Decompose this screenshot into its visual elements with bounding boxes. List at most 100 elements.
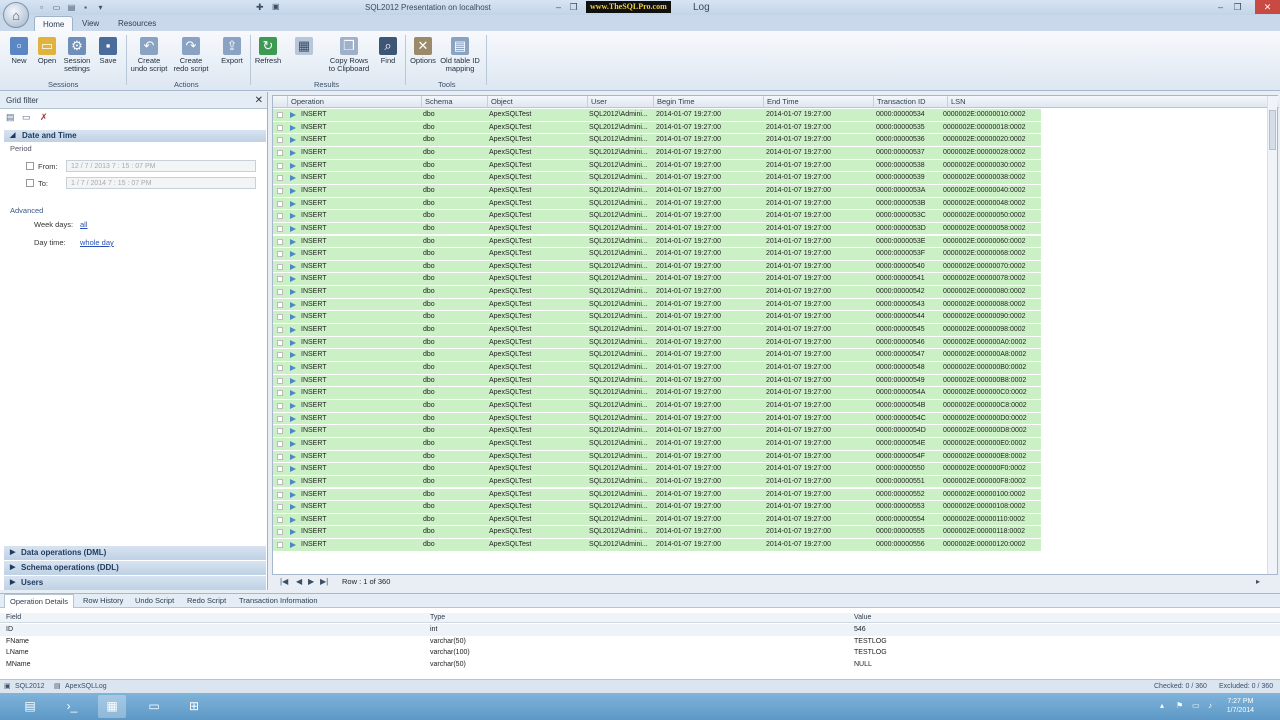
table-row[interactable]: INSERT dbo ApexSQLTest SQL2012\Admini... 201… <box>273 324 1041 337</box>
table-row[interactable]: INSERT dbo ApexSQLTest SQL2012\Admini... 201… <box>273 286 1041 299</box>
row-expand-icon[interactable] <box>290 339 296 346</box>
to-date-input[interactable]: 1 / 7 / 2014 7 : 15 : 07 PM <box>66 177 256 189</box>
grid-view-buttons[interactable]: ▦ <box>288 35 320 81</box>
row-checkbox[interactable] <box>277 175 283 182</box>
ddl-section[interactable]: ▶ Schema operations (DDL) <box>4 561 266 575</box>
detail-row[interactable]: MName varchar(50) NULL <box>0 659 1280 671</box>
row-expand-icon[interactable] <box>290 516 296 523</box>
row-expand-icon[interactable] <box>290 301 296 308</box>
column-begin-time[interactable]: Begin Time <box>653 96 763 108</box>
refresh-button[interactable]: ↻ Refresh <box>253 35 283 81</box>
restore-button[interactable]: ❐ <box>1230 1 1245 13</box>
export-button[interactable]: ⇪ Export <box>216 35 248 81</box>
row-checkbox[interactable] <box>277 339 283 346</box>
tab-operation-details[interactable]: Operation Details <box>4 594 74 608</box>
row-expand-icon[interactable] <box>290 225 296 232</box>
row-checkbox[interactable] <box>277 377 283 384</box>
table-row[interactable]: INSERT dbo ApexSQLTest SQL2012\Admini... 201… <box>273 374 1041 388</box>
dml-section[interactable]: ▶ Data operations (DML) <box>4 546 266 560</box>
server-manager-icon[interactable]: ▤ <box>16 695 44 718</box>
app-menu-button[interactable]: ⌂ <box>3 2 29 28</box>
row-expand-icon[interactable] <box>290 276 296 283</box>
row-checkbox[interactable] <box>277 314 283 321</box>
table-row[interactable]: INSERT dbo ApexSQLTest SQL2012\Admini... 201… <box>273 488 1041 502</box>
row-checkbox[interactable] <box>277 149 283 156</box>
row-expand-icon[interactable] <box>290 200 296 207</box>
row-checkbox[interactable] <box>277 251 283 258</box>
create-redo-script-button[interactable]: ↷ Create redo script <box>172 35 210 81</box>
filter-apply-icon[interactable]: ▤ <box>6 113 15 122</box>
pin-icon[interactable]: ✚ <box>256 2 264 13</box>
table-row[interactable]: INSERT dbo ApexSQLTest SQL2012\Admini... 201… <box>273 159 1041 173</box>
table-row[interactable]: INSERT dbo ApexSQLTest SQL2012\Admini... 201… <box>273 437 1041 451</box>
clock[interactable]: 7:27 PM 1/7/2014 <box>1227 697 1254 715</box>
row-checkbox[interactable] <box>277 137 283 144</box>
row-expand-icon[interactable] <box>290 453 296 460</box>
row-checkbox[interactable] <box>277 453 283 460</box>
row-expand-icon[interactable] <box>290 251 296 258</box>
table-row[interactable]: INSERT dbo ApexSQLTest SQL2012\Admini... 201… <box>273 526 1041 540</box>
minimize-button[interactable]: – <box>1213 1 1228 13</box>
old-table-id-mapping-button[interactable]: ▤ Old table ID mapping <box>438 35 482 81</box>
row-expand-icon[interactable] <box>290 542 296 549</box>
table-row[interactable]: INSERT dbo ApexSQLTest SQL2012\Admini... 201… <box>273 109 1041 122</box>
column-schema[interactable]: Schema <box>421 96 487 108</box>
row-checkbox[interactable] <box>277 187 283 194</box>
row-checkbox[interactable] <box>277 542 283 549</box>
session-settings-button[interactable]: ⚙ Session settings <box>60 35 94 81</box>
row-expand-icon[interactable] <box>290 124 296 131</box>
table-row[interactable]: INSERT dbo ApexSQLTest SQL2012\Admini... 201… <box>273 412 1041 426</box>
row-checkbox[interactable] <box>277 402 283 409</box>
table-row[interactable]: INSERT dbo ApexSQLTest SQL2012\Admini... 201… <box>273 146 1041 160</box>
week-days-link[interactable]: all <box>80 220 88 229</box>
users-section[interactable]: ▶ Users <box>4 576 266 590</box>
new-button[interactable]: ▫ New <box>6 35 32 81</box>
column-end-time[interactable]: End Time <box>763 96 873 108</box>
table-row[interactable]: INSERT dbo ApexSQLTest SQL2012\Admini... 201… <box>273 260 1041 274</box>
table-row[interactable]: INSERT dbo ApexSQLTest SQL2012\Admini... 201… <box>273 349 1041 362</box>
tray-flag-icon[interactable]: ⚑ <box>1176 702 1184 710</box>
column-lsn[interactable]: LSN <box>947 96 1041 108</box>
table-row[interactable]: INSERT dbo ApexSQLTest SQL2012\Admini... 201… <box>273 501 1041 514</box>
row-expand-icon[interactable] <box>290 187 296 194</box>
row-checkbox[interactable] <box>277 390 283 397</box>
tab-transaction-information[interactable]: Transaction Information <box>234 594 323 608</box>
table-row[interactable]: INSERT dbo ApexSQLTest SQL2012\Admini... 201… <box>273 539 1041 552</box>
save-qat-icon[interactable]: ▪ <box>81 3 90 12</box>
row-checkbox[interactable] <box>277 225 283 232</box>
table-row[interactable]: INSERT dbo ApexSQLTest SQL2012\Admini... 201… <box>273 184 1041 198</box>
row-checkbox[interactable] <box>277 478 283 485</box>
row-checkbox[interactable] <box>277 263 283 270</box>
new-qat-icon[interactable]: ▫ <box>37 3 46 12</box>
dropdown-qat-icon[interactable]: ▾ <box>96 3 105 12</box>
row-checkbox[interactable] <box>277 200 283 207</box>
row-expand-icon[interactable] <box>290 365 296 371</box>
row-checkbox[interactable] <box>277 289 283 296</box>
row-expand-icon[interactable] <box>290 112 296 118</box>
child-restore-button[interactable]: ❐ <box>566 1 581 13</box>
row-checkbox[interactable] <box>277 276 283 283</box>
row-checkbox[interactable] <box>277 213 283 220</box>
detail-row[interactable]: LName varchar(100) TESTLOG <box>0 647 1280 659</box>
table-row[interactable]: INSERT dbo ApexSQLTest SQL2012\Admini... 201… <box>273 387 1041 400</box>
row-checkbox[interactable] <box>277 504 283 511</box>
row-expand-icon[interactable] <box>290 402 296 409</box>
row-checkbox[interactable] <box>277 529 283 536</box>
tray-monitor-icon[interactable]: ▭ <box>1192 702 1200 710</box>
file-explorer-icon[interactable]: ▭ <box>140 695 168 718</box>
open-qat-icon[interactable]: ▭ <box>52 3 61 12</box>
column-user[interactable]: User <box>587 96 653 108</box>
row-expand-icon[interactable] <box>290 504 296 511</box>
column-transaction-id[interactable]: Transaction ID <box>873 96 947 108</box>
last-page-icon[interactable]: ▶| <box>320 578 328 586</box>
tab-home[interactable]: Home <box>34 16 74 31</box>
table-row[interactable]: INSERT dbo ApexSQLTest SQL2012\Admini... 201… <box>273 399 1041 413</box>
row-checkbox[interactable] <box>277 466 283 473</box>
date-time-section[interactable]: ◢ Date and Time <box>4 130 266 142</box>
table-row[interactable]: INSERT dbo ApexSQLTest SQL2012\Admini... 201… <box>273 298 1041 312</box>
table-row[interactable]: INSERT dbo ApexSQLTest SQL2012\Admini... 201… <box>273 311 1041 325</box>
tab-redo-script[interactable]: Redo Script <box>182 594 231 608</box>
from-checkbox[interactable] <box>26 162 34 170</box>
scroll-thumb[interactable] <box>1269 110 1276 150</box>
row-expand-icon[interactable] <box>290 352 296 359</box>
